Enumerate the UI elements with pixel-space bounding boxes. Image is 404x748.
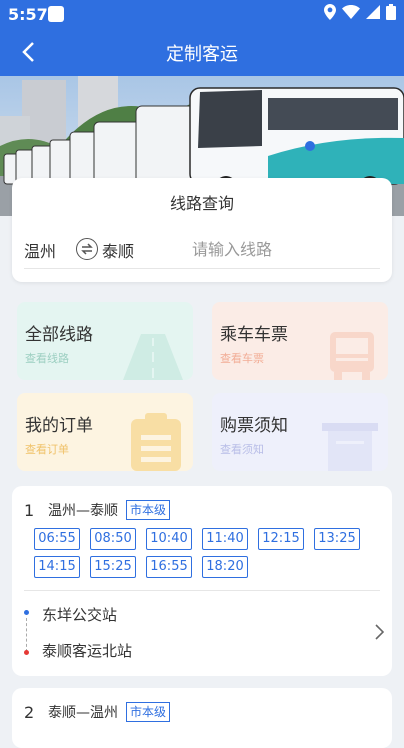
departure-time-chip[interactable]: 15:25 <box>90 556 136 578</box>
route-search-input[interactable] <box>190 234 390 264</box>
wifi-icon <box>342 5 360 19</box>
my-orders-tile[interactable]: 我的订单 查看订单 <box>17 393 193 471</box>
route-number: 2 <box>24 702 35 722</box>
signal-icon <box>366 5 380 19</box>
status-time: 5:57 <box>8 5 48 24</box>
start-dot-icon <box>24 610 29 615</box>
route-card[interactable]: 1 温州—泰顺 市本级 06:55 08:50 10:40 11:40 12:1… <box>12 486 392 676</box>
route-search-title: 线路查询 <box>169 194 234 213</box>
road-icon <box>123 334 183 380</box>
departure-time-chip[interactable]: 13:25 <box>314 528 360 550</box>
route-name: 泰顺—温州 <box>48 705 118 721</box>
tickets-title: 乘车车票 <box>220 325 288 345</box>
end-stop: 泰顺客运北站 <box>42 642 133 660</box>
notice-board-icon <box>322 423 378 471</box>
departure-times: 06:55 08:50 10:40 11:40 12:15 13:25 14:1… <box>34 528 374 578</box>
route-header: 2 泰顺—温州 市本级 <box>24 702 171 722</box>
my-orders-title: 我的订单 <box>25 416 93 436</box>
divider <box>24 590 380 591</box>
route-stops: 东垟公交站 泰顺客运北站 <box>24 598 364 670</box>
status-icons <box>324 4 396 20</box>
route-search-row: 温州 泰顺 <box>24 234 390 269</box>
chevron-right-icon[interactable] <box>374 624 384 640</box>
start-stop: 东垟公交站 <box>42 606 118 624</box>
departure-time-chip[interactable]: 06:55 <box>34 528 80 550</box>
tickets-subtitle: 查看车票 <box>220 352 264 365</box>
end-dot-icon <box>24 650 29 655</box>
departure-time-chip[interactable]: 10:40 <box>146 528 192 550</box>
route-line <box>26 618 27 652</box>
departure-time-chip[interactable]: 14:15 <box>34 556 80 578</box>
battery-icon <box>386 4 396 20</box>
departure-time-chip[interactable]: 18:20 <box>202 556 248 578</box>
swap-icon[interactable] <box>76 238 98 260</box>
notification-icon <box>48 6 64 22</box>
route-number: 1 <box>24 500 35 520</box>
clipboard-icon <box>131 413 181 471</box>
bus-icon <box>330 332 374 380</box>
page-title: 定制客运 <box>166 44 238 65</box>
route-card[interactable]: 2 泰顺—温州 市本级 <box>12 688 392 748</box>
route-search-card: 线路查询 温州 泰顺 <box>12 178 392 282</box>
status-bar: 5:57 <box>0 0 404 28</box>
departure-time-chip[interactable]: 16:55 <box>146 556 192 578</box>
all-routes-subtitle: 查看线路 <box>25 352 69 365</box>
destination-city[interactable]: 泰顺 <box>102 238 134 262</box>
all-routes-tile[interactable]: 全部线路 查看线路 <box>17 302 193 380</box>
my-orders-subtitle: 查看订单 <box>25 443 69 456</box>
departure-time-chip[interactable]: 12:15 <box>258 528 304 550</box>
purchase-notice-title: 购票须知 <box>220 416 288 436</box>
origin-city[interactable]: 温州 <box>24 238 56 262</box>
route-name: 温州—泰顺 <box>48 503 118 519</box>
route-header: 1 温州—泰顺 市本级 <box>24 500 171 520</box>
location-icon <box>324 4 336 20</box>
purchase-notice-subtitle: 查看须知 <box>220 443 264 456</box>
route-level-badge: 市本级 <box>126 500 171 520</box>
route-level-badge: 市本级 <box>126 702 171 722</box>
app-bar: 定制客运 <box>0 28 404 76</box>
all-routes-title: 全部线路 <box>25 325 93 345</box>
tickets-tile[interactable]: 乘车车票 查看车票 <box>212 302 388 380</box>
departure-time-chip[interactable]: 08:50 <box>90 528 136 550</box>
departure-time-chip[interactable]: 11:40 <box>202 528 248 550</box>
purchase-notice-tile[interactable]: 购票须知 查看须知 <box>212 393 388 471</box>
